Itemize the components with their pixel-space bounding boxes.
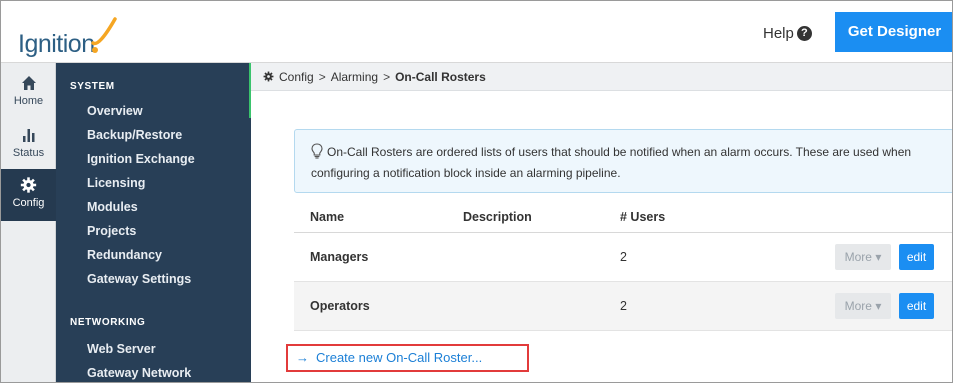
more-label: More [844, 250, 872, 264]
top-header: Ignition Help ? Get Designer [1, 1, 952, 63]
help-label: Help [763, 25, 794, 42]
ignition-logo[interactable]: Ignition [18, 17, 119, 59]
status-bars-icon [22, 129, 34, 142]
home-icon [21, 76, 36, 90]
more-dropdown-button[interactable]: More ▾ [835, 244, 891, 270]
more-dropdown-button[interactable]: More ▾ [835, 293, 891, 319]
breadcrumb-current: On-Call Rosters [395, 69, 486, 84]
table-row: Managers 2 More ▾ edit [294, 233, 952, 282]
sidebar-heading-networking: NETWORKING [70, 317, 146, 328]
create-roster-label: Create new On-Call Roster... [316, 350, 483, 365]
logo-swoosh-icon [90, 17, 117, 53]
gateway-window: Ignition Help ? Get Designer Home Status… [0, 0, 953, 383]
info-text-line2: configuring a notification block inside … [311, 166, 621, 180]
sidebar-item-projects[interactable]: Projects [87, 224, 136, 238]
edit-button[interactable]: edit [899, 293, 934, 319]
column-header-users[interactable]: # Users [620, 210, 665, 224]
get-designer-button[interactable]: Get Designer [835, 12, 952, 52]
sidebar-item-backup-restore[interactable]: Backup/Restore [87, 128, 182, 142]
sidebar-item-gateway-settings[interactable]: Gateway Settings [87, 272, 191, 286]
sidebar-item-modules[interactable]: Modules [87, 200, 138, 214]
arrow-right-icon: → [296, 350, 309, 365]
caret-down-icon: ▾ [875, 299, 882, 313]
help-question-icon: ? [796, 26, 812, 41]
breadcrumb-alarming[interactable]: Alarming [331, 70, 378, 84]
breadcrumb-separator: > [318, 69, 326, 84]
lightbulb-icon [311, 143, 323, 159]
rail-home-label: Home [13, 95, 44, 107]
rail-config[interactable]: Config [1, 169, 56, 221]
table-row: Operators 2 More ▾ edit [294, 282, 952, 331]
column-header-name[interactable]: Name [310, 210, 344, 224]
sidebar-item-ignition-exchange[interactable]: Ignition Exchange [87, 152, 195, 166]
row-name: Operators [310, 299, 370, 313]
more-label: More [844, 299, 872, 313]
logo-text: Ignition [18, 30, 95, 58]
rail-home[interactable]: Home [1, 67, 56, 115]
table-header: Name Description # Users [294, 201, 952, 233]
sidebar-item-web-server[interactable]: Web Server [87, 342, 156, 356]
rail-status-label: Status [12, 147, 45, 159]
breadcrumb-gear-icon [263, 71, 274, 82]
sidebar-item-gateway-network[interactable]: Gateway Network [87, 366, 191, 380]
info-text-line1: On-Call Rosters are ordered lists of use… [327, 145, 912, 159]
help-link[interactable]: Help ? [763, 25, 812, 42]
sidebar-item-licensing[interactable]: Licensing [87, 176, 145, 190]
icon-rail: Home Status Config [1, 63, 56, 382]
config-sidebar: SYSTEM Overview Backup/Restore Ignition … [56, 63, 251, 382]
caret-down-icon: ▾ [875, 250, 882, 264]
row-users: 2 [620, 299, 627, 313]
breadcrumb-separator: > [383, 69, 391, 84]
sidebar-item-overview[interactable]: Overview [87, 104, 143, 118]
breadcrumb-config[interactable]: Config [279, 70, 314, 84]
info-callout: On-Call Rosters are ordered lists of use… [294, 129, 952, 193]
gear-icon [20, 177, 37, 193]
rosters-table: Name Description # Users Managers 2 More… [294, 201, 952, 331]
create-roster-link[interactable]: → Create new On-Call Roster... [286, 344, 529, 372]
row-users: 2 [620, 250, 627, 264]
edit-button[interactable]: edit [899, 244, 934, 270]
column-header-description[interactable]: Description [463, 210, 532, 224]
rail-config-label: Config [12, 197, 45, 209]
rail-status[interactable]: Status [1, 119, 56, 167]
breadcrumb: Config > Alarming > On-Call Rosters [251, 63, 952, 91]
sidebar-heading-system: SYSTEM [70, 81, 115, 92]
row-name: Managers [310, 250, 369, 264]
sidebar-item-redundancy[interactable]: Redundancy [87, 248, 162, 262]
